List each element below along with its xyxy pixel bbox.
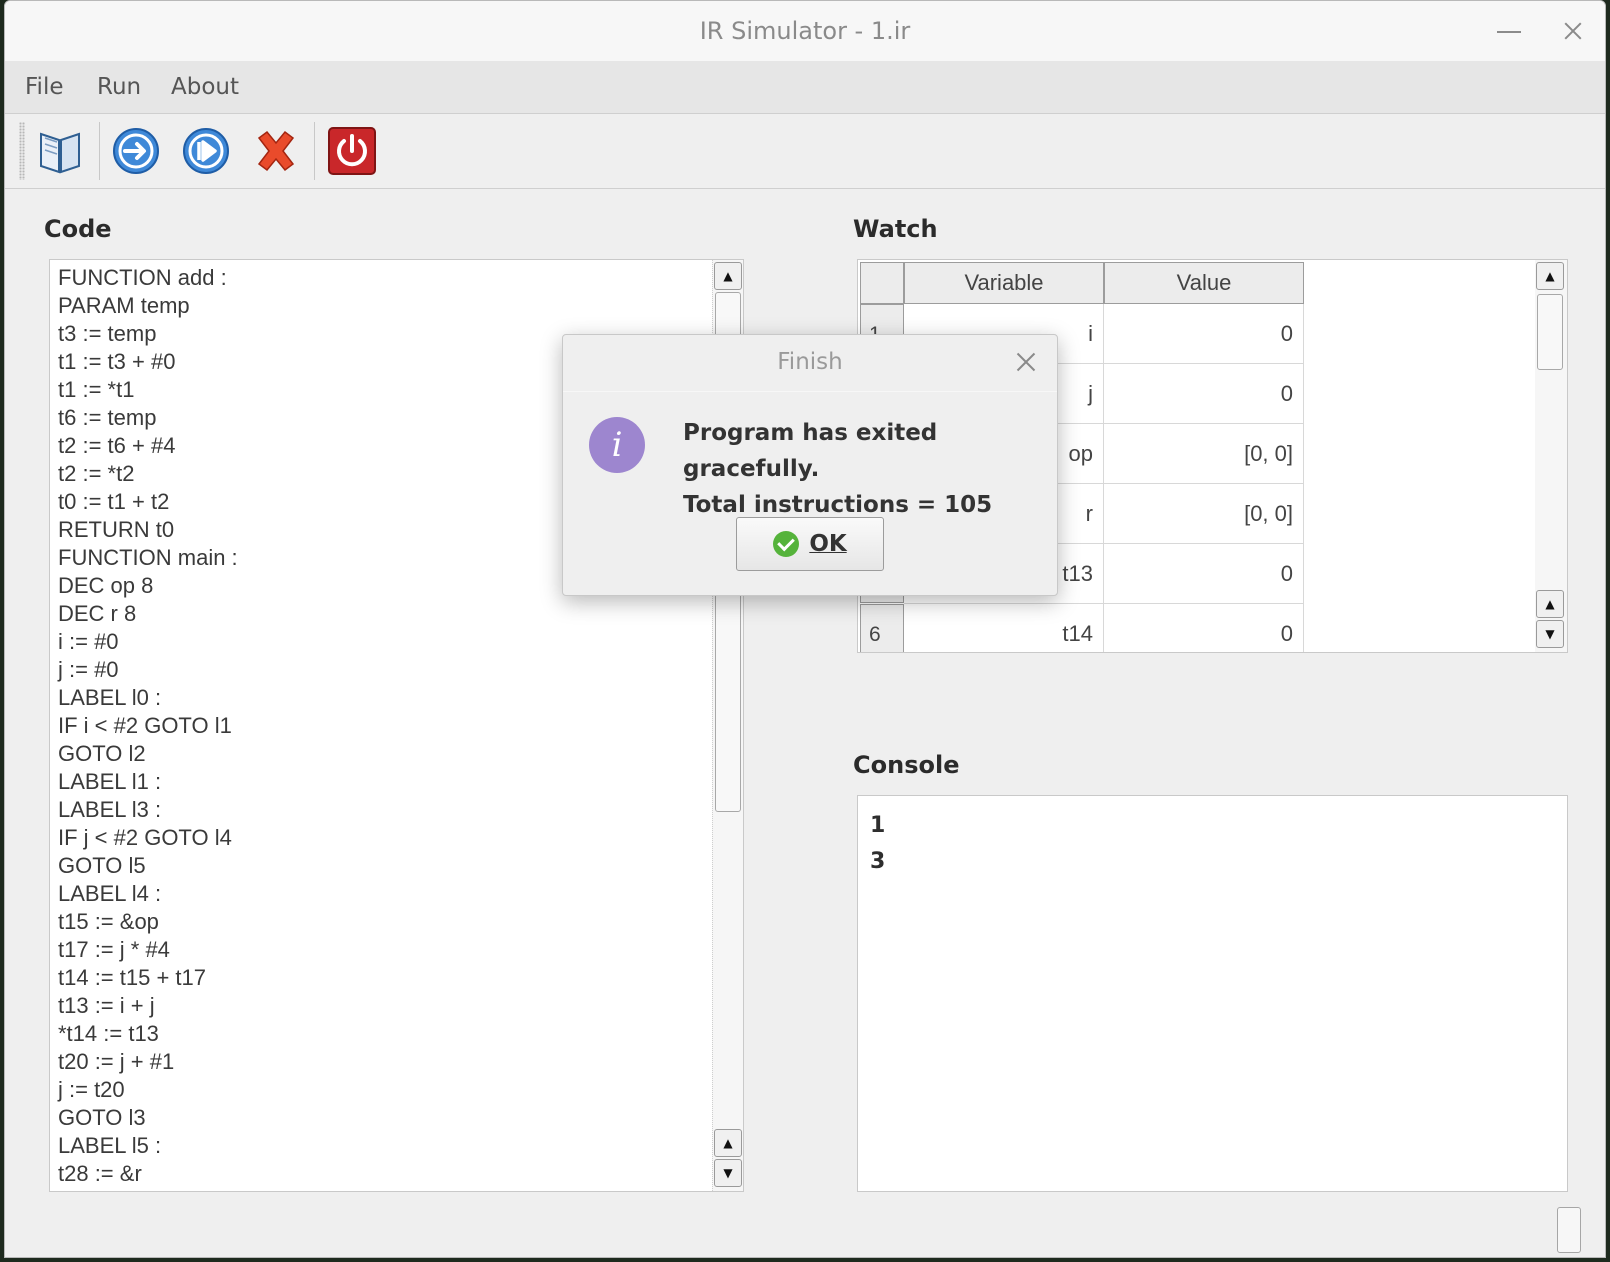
value-cell: [0, 0] [1104,424,1304,484]
console-lines: 13 [858,796,1567,880]
code-line[interactable]: GOTO l5 [58,852,703,880]
code-line[interactable]: LABEL l1 : [58,768,703,796]
code-line[interactable]: GOTO l2 [58,740,703,768]
console-line: 1 [870,813,886,838]
console-heading: Console [853,751,960,779]
ok-button-label: OK [809,531,847,557]
scroll-up-arrow-icon[interactable]: ▲ [1536,262,1564,290]
scroll-up-arrow-icon[interactable]: ▲ [714,262,742,290]
code-line[interactable]: *t14 := t13 [58,1020,703,1048]
resize-handle[interactable] [1557,1207,1581,1253]
column-header-value[interactable]: Value [1104,262,1304,304]
toolbar [5,114,1605,189]
code-line[interactable]: j := t20 [58,1076,703,1104]
console-output[interactable]: 13 [857,795,1568,1192]
code-line[interactable]: t13 := i + j [58,992,703,1020]
code-line[interactable]: LABEL l5 : [58,1132,703,1160]
stop-icon[interactable] [249,124,303,178]
code-line[interactable]: t20 := j + #1 [58,1048,703,1076]
menu-about[interactable]: About [171,74,239,100]
scroll-up-arrow-icon[interactable]: ▲ [1536,590,1564,618]
menu-bar: File Run About [5,61,1605,114]
value-cell: [0, 0] [1104,484,1304,544]
menu-file[interactable]: File [25,74,64,100]
table-row[interactable]: 6 t14 0 [858,604,1308,652]
step-icon[interactable] [109,124,163,178]
code-line[interactable]: LABEL l3 : [58,796,703,824]
finish-dialog: Finish i Program has exited gracefully. … [562,334,1058,596]
code-line[interactable]: LABEL l4 : [58,880,703,908]
table-corner [860,262,904,304]
code-line[interactable]: IF j < #2 GOTO l4 [58,824,703,852]
dialog-divider [563,391,1057,392]
scroll-down-arrow-icon[interactable]: ▼ [714,1159,742,1187]
dialog-title: Finish [777,349,843,375]
run-icon[interactable] [179,124,233,178]
code-line[interactable]: t17 := j * #4 [58,936,703,964]
scroll-down-arrow-icon[interactable]: ▼ [1536,620,1564,648]
toolbar-separator [314,122,315,180]
toolbar-grip[interactable] [19,122,25,180]
watch-heading: Watch [853,215,938,243]
title-bar: IR Simulator - 1.ir [5,1,1605,62]
code-line[interactable]: i := #0 [58,628,703,656]
dialog-message: Program has exited gracefully. Total ins… [683,415,1057,523]
info-icon: i [589,417,645,473]
close-window-button[interactable] [1551,11,1595,51]
code-line[interactable]: PARAM temp [58,292,703,320]
window-title: IR Simulator - 1.ir [699,17,911,45]
scroll-up-arrow-icon[interactable]: ▲ [714,1129,742,1157]
check-icon [773,531,800,557]
dialog-message-line1: Program has exited gracefully. [683,420,938,482]
code-line[interactable]: t14 := t15 + t17 [58,964,703,992]
code-line[interactable]: t28 := &r [58,1160,703,1188]
code-line[interactable]: FUNCTION add : [58,264,703,292]
row-number: 6 [860,604,904,652]
open-file-icon[interactable] [33,124,87,178]
code-line[interactable]: j := #0 [58,656,703,684]
code-line[interactable]: t15 := &op [58,908,703,936]
watch-scrollbar[interactable]: ▲ ▲ ▼ [1535,260,1567,652]
value-cell: 0 [1104,604,1304,652]
code-line[interactable]: DEC r 8 [58,600,703,628]
code-heading: Code [44,215,112,243]
console-line: 3 [870,849,886,874]
variable-cell: t14 [904,604,1104,652]
code-line[interactable]: GOTO l3 [58,1104,703,1132]
column-header-variable[interactable]: Variable [904,262,1104,304]
value-cell: 0 [1104,544,1304,604]
dialog-close-icon[interactable] [1011,347,1041,377]
minimize-button[interactable] [1487,11,1531,51]
code-line[interactable]: LABEL l0 : [58,684,703,712]
value-cell: 0 [1104,364,1304,424]
toolbar-separator [99,122,100,180]
ok-button[interactable]: OK [736,517,884,571]
menu-run[interactable]: Run [97,74,141,100]
app-window: IR Simulator - 1.ir File Run About Code … [4,0,1606,1258]
power-icon[interactable] [325,124,379,178]
code-line[interactable]: IF i < #2 GOTO l1 [58,712,703,740]
value-cell: 0 [1104,304,1304,364]
scroll-thumb[interactable] [1537,294,1563,370]
